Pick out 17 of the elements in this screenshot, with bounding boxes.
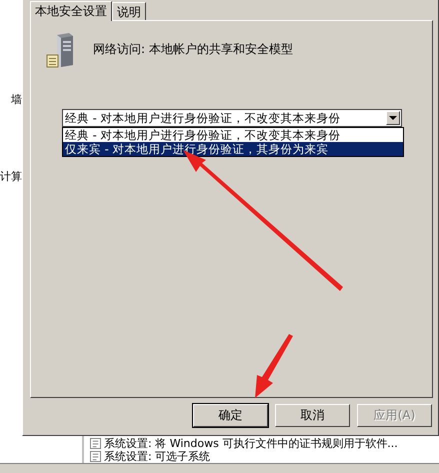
annotation-arrow (255, 334, 293, 398)
dropdown-option[interactable]: 经典 - 对本地用户进行身份验证，不改变其本来身份 (63, 128, 403, 142)
caret-icon (389, 116, 397, 120)
tab[interactable]: 本地安全设置 (30, 1, 112, 21)
list-item[interactable]: 系统设置: 将 Windows 可执行文件中的证书规则用于软件... (104, 437, 398, 450)
tab[interactable]: 说明 (112, 2, 146, 20)
tree-item-label: 计算 (0, 169, 22, 184)
dialog-button[interactable]: 确定 (193, 404, 268, 427)
dropdown-field[interactable]: 经典 - 对本地用户进行身份验证，不改变其本来身份 (62, 109, 402, 127)
dropdown-button[interactable] (386, 111, 400, 125)
dialog-button[interactable]: 取消 (275, 404, 350, 427)
server-icon (45, 33, 75, 69)
policy-icon (90, 438, 101, 449)
policy-icon (90, 451, 101, 462)
list-item[interactable]: 系统设置: 可选子系统 (104, 450, 210, 463)
policy-name: 网络访问: 本地帐户的共享和安全模型 (93, 41, 293, 58)
tree-item-label: 墙 (11, 92, 22, 107)
